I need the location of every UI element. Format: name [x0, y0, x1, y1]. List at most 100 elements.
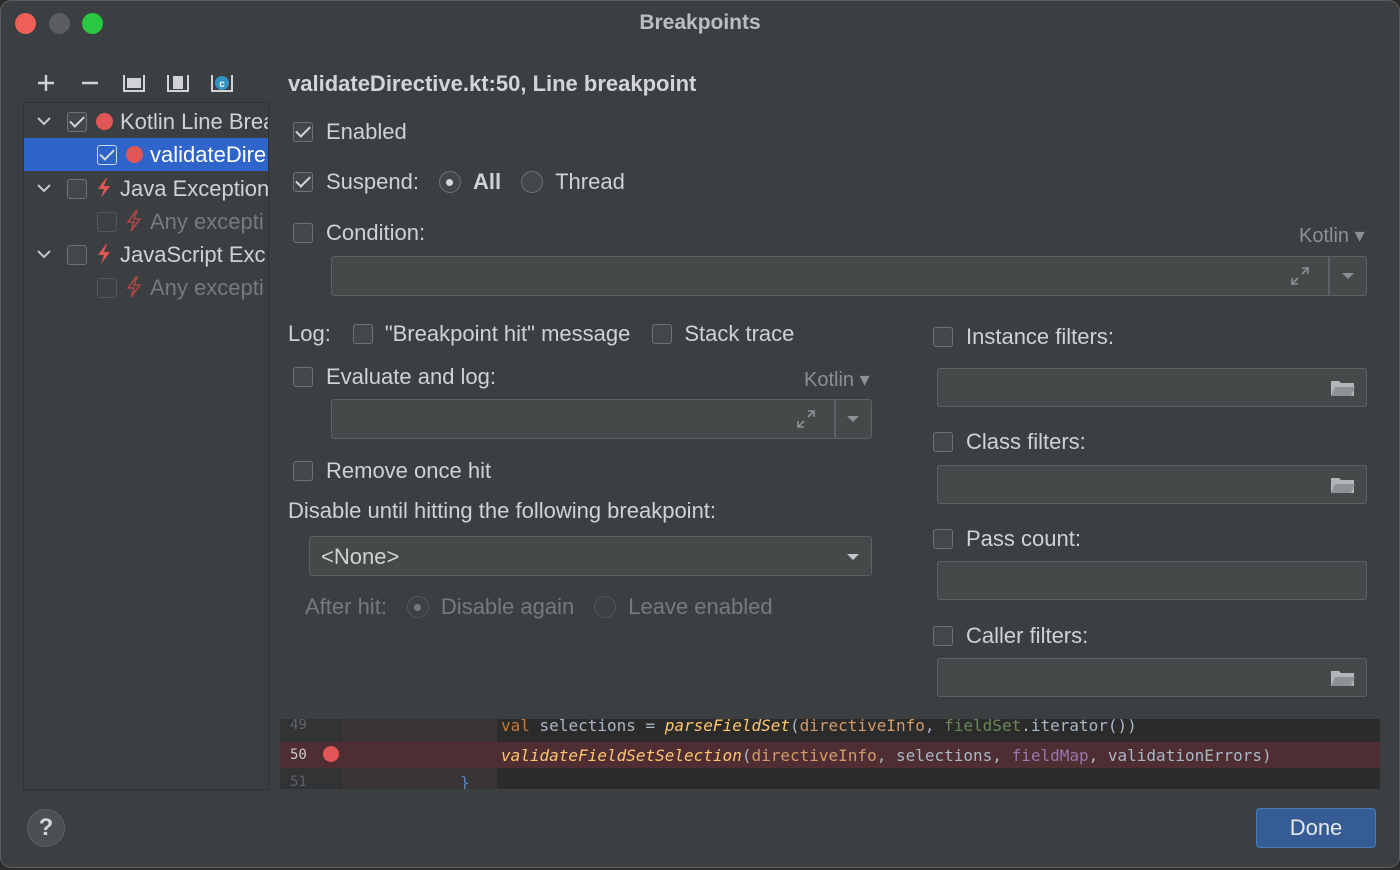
pass-count-field[interactable] — [937, 561, 1367, 600]
tree-label: Kotlin Line Brea — [120, 108, 269, 134]
tree-label: Java Exception — [120, 175, 269, 201]
breakpoints-dialog: Breakpoints c Kotlin Line Brea validateD… — [0, 0, 1400, 868]
remove-once-hit-label: Remove once hit — [326, 458, 492, 483]
add-icon[interactable] — [31, 68, 61, 98]
condition-field[interactable] — [331, 256, 1367, 296]
tree-group-java-exception[interactable]: Java Exception — [24, 172, 268, 205]
code-text: validateFieldSetSelection(directiveInfo,… — [501, 746, 1272, 765]
file-group-icon[interactable] — [163, 68, 193, 98]
condition-row[interactable]: Condition: — [293, 220, 425, 246]
code-text: val selections = parseFieldSet(directive… — [501, 719, 1137, 735]
disable-until-combo[interactable]: <None> — [309, 536, 872, 576]
disable-until-value: <None> — [321, 544, 400, 569]
suspend-all-label: All — [472, 169, 502, 194]
tree-checkbox[interactable] — [97, 277, 117, 298]
instance-filters-checkbox[interactable] — [933, 327, 953, 347]
expand-icon[interactable] — [1290, 266, 1310, 286]
help-button[interactable]: ? — [27, 809, 65, 847]
enabled-row[interactable]: Enabled — [293, 119, 407, 145]
tree-checkbox[interactable] — [97, 211, 117, 232]
code-line: 51 } — [280, 771, 1380, 789]
folder-icon[interactable] — [1330, 378, 1356, 398]
suspend-thread-label: Thread — [555, 169, 625, 194]
tree-group-kotlin-line[interactable]: Kotlin Line Brea — [24, 105, 268, 138]
evaluate-checkbox[interactable] — [293, 367, 313, 387]
evaluate-label: Evaluate and log: — [326, 364, 497, 389]
breakpoints-toolbar: c — [31, 67, 237, 99]
log-stack-trace-checkbox[interactable] — [652, 324, 673, 344]
disable-again-radio[interactable] — [406, 596, 429, 618]
bolt-icon — [126, 276, 142, 298]
suspend-checkbox[interactable] — [293, 172, 313, 192]
pass-count-row[interactable]: Pass count: — [933, 526, 1081, 552]
class-group-icon[interactable]: c — [207, 68, 237, 98]
instance-filters-field[interactable] — [937, 368, 1367, 407]
chevron-down-icon[interactable] — [34, 178, 54, 198]
condition-label: Condition: — [326, 220, 426, 245]
bolt-icon — [98, 244, 110, 264]
enabled-label: Enabled — [326, 119, 407, 144]
condition-checkbox[interactable] — [293, 223, 313, 243]
remove-icon[interactable] — [75, 68, 105, 98]
done-button[interactable]: Done — [1256, 808, 1376, 848]
bolt-icon — [98, 178, 110, 198]
tree-checkbox[interactable] — [67, 178, 87, 199]
breakpoint-dot-icon[interactable] — [323, 746, 339, 762]
class-filters-field[interactable] — [937, 465, 1367, 504]
caller-filters-row[interactable]: Caller filters: — [933, 623, 1088, 649]
suspend-label: Suspend: — [326, 169, 419, 194]
tree-label: Any excepti — [150, 274, 264, 300]
class-filters-label: Class filters: — [966, 429, 1086, 454]
evaluate-row[interactable]: Evaluate and log: — [293, 364, 496, 390]
pass-count-checkbox[interactable] — [933, 529, 953, 549]
remove-once-hit-checkbox[interactable] — [293, 461, 313, 481]
caller-filters-field[interactable] — [937, 658, 1367, 697]
log-hit-message-checkbox[interactable] — [352, 324, 373, 344]
chevron-down-icon — [847, 554, 859, 560]
tree-item-any-exception-java[interactable]: Any excepti — [24, 205, 268, 238]
tree-checkbox[interactable] — [67, 111, 87, 132]
tree-item-validate-directive[interactable]: validateDire — [24, 138, 268, 171]
disable-again-label: Disable again — [440, 594, 575, 619]
folder-icon[interactable] — [1330, 668, 1356, 688]
suspend-thread-radio[interactable] — [521, 171, 544, 193]
log-stack-trace-label: Stack trace — [684, 321, 795, 346]
expand-icon[interactable] — [796, 409, 816, 429]
tree-label: JavaScript Exc — [120, 241, 266, 267]
code-line-breakpoint: 50 validateFieldSetSelection(directiveIn… — [280, 742, 1380, 768]
chevron-down-icon[interactable] — [845, 414, 861, 424]
folder-icon[interactable] — [1330, 475, 1356, 495]
evaluate-field[interactable] — [331, 399, 872, 439]
red-dot-icon — [96, 113, 113, 130]
folder-group-icon[interactable] — [119, 68, 149, 98]
line-number: 49 — [290, 719, 307, 733]
window-title: Breakpoints — [639, 11, 761, 34]
caller-filters-checkbox[interactable] — [933, 626, 953, 646]
code-preview: 49 val selections = parseFieldSet(direct… — [280, 719, 1380, 789]
tree-item-any-exception-js[interactable]: Any excepti — [24, 271, 268, 304]
condition-language-dropdown[interactable]: Kotlin ▾ — [1299, 223, 1365, 248]
chevron-down-icon[interactable] — [34, 244, 54, 264]
log-label: Log: — [288, 321, 331, 346]
enabled-checkbox[interactable] — [293, 122, 313, 142]
log-hit-message-label: "Breakpoint hit" message — [384, 321, 631, 346]
after-hit-row: After hit: Disable again Leave enabled — [305, 594, 773, 620]
remove-once-hit-row[interactable]: Remove once hit — [293, 458, 491, 484]
after-hit-label: After hit: — [305, 594, 387, 619]
suspend-all-radio[interactable] — [438, 171, 461, 193]
tree-checkbox[interactable] — [97, 144, 117, 165]
instance-filters-row[interactable]: Instance filters: — [933, 324, 1114, 350]
pass-count-label: Pass count: — [966, 526, 1081, 551]
class-filters-checkbox[interactable] — [933, 432, 953, 452]
class-filters-row[interactable]: Class filters: — [933, 429, 1086, 455]
chevron-down-icon[interactable] — [1340, 271, 1356, 281]
chevron-down-icon[interactable] — [34, 111, 54, 131]
condition-language-label: Kotlin — [1299, 225, 1350, 247]
caller-filters-label: Caller filters: — [966, 623, 1089, 648]
evaluate-language-dropdown[interactable]: Kotlin ▾ — [804, 367, 870, 392]
leave-enabled-radio[interactable] — [594, 596, 617, 618]
red-dot-icon — [126, 146, 143, 163]
tree-group-javascript-exception[interactable]: JavaScript Exc — [24, 238, 268, 271]
code-text: } — [460, 773, 470, 789]
tree-checkbox[interactable] — [67, 244, 87, 265]
